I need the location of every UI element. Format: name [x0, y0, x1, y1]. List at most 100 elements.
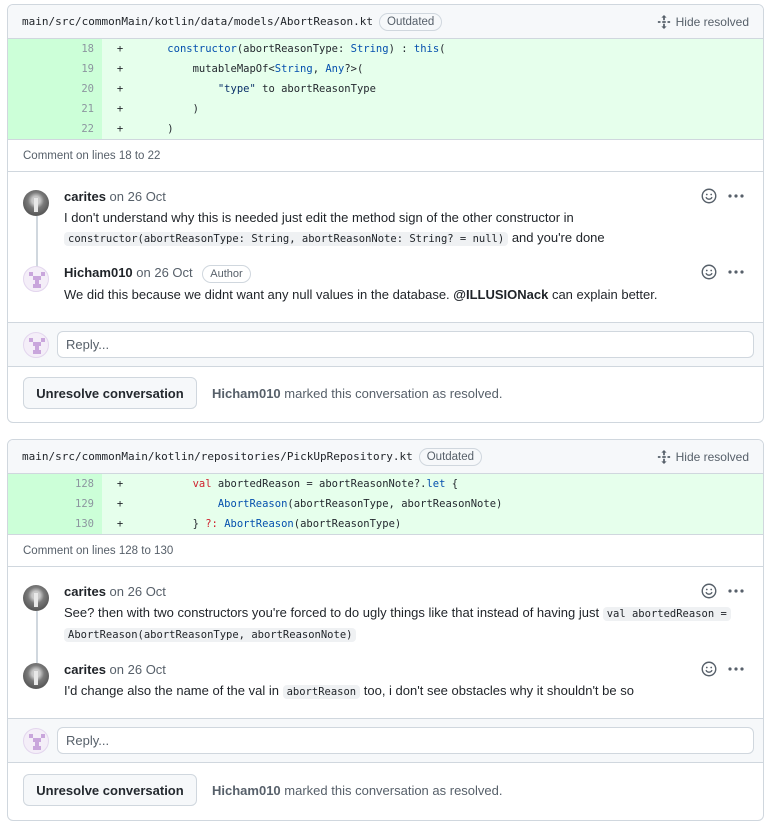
- comment-actions: [701, 264, 745, 280]
- comment-date[interactable]: on 26 Oct: [110, 662, 166, 677]
- code-text: ): [142, 103, 199, 115]
- hide-resolved-label: Hide resolved: [675, 450, 749, 464]
- diff-line: 129 + AbortReason(abortReasonType, abort…: [8, 494, 763, 514]
- diff-code: 128 + val abortedReason = abortReasonNot…: [8, 474, 763, 534]
- user-mention[interactable]: @ILLUSIONack: [453, 287, 548, 302]
- line-number: 129: [8, 494, 102, 514]
- smiley-icon[interactable]: [701, 583, 717, 599]
- author-badge: Author: [202, 265, 251, 283]
- line-number: 21: [8, 99, 102, 119]
- comment: carites on 26 Oct I don't understand why…: [8, 188, 763, 249]
- comment: carites on 26 Oct I'd change also the na…: [8, 661, 763, 702]
- comment-author[interactable]: carites: [64, 189, 106, 204]
- comment-body: See? then with two constructors you're f…: [64, 603, 747, 645]
- comment-header: carites on 26 Oct: [64, 583, 747, 601]
- diff-line: 128 + val abortedReason = abortReasonNot…: [8, 474, 763, 494]
- comment-header: Hicham010 on 26 Oct Author: [64, 264, 747, 283]
- reply-row: Reply...: [8, 718, 763, 763]
- reply-input[interactable]: Reply...: [57, 727, 754, 754]
- identicon-icon: [29, 338, 45, 354]
- resolved-status: Hicham010 marked this conversation as re…: [212, 385, 503, 401]
- avatar[interactable]: [23, 190, 49, 216]
- diff-sign: +: [116, 478, 124, 490]
- diff-line: 22 + ): [8, 119, 763, 139]
- avatar: [23, 728, 49, 754]
- outdated-badge: Outdated: [379, 12, 443, 31]
- code-text: ): [142, 123, 174, 135]
- comment-author[interactable]: Hicham010: [64, 265, 133, 280]
- file-header: main/src/commonMain/kotlin/data/models/A…: [8, 5, 763, 39]
- resolve-row: Unresolve conversation Hicham010 marked …: [8, 774, 763, 806]
- resolved-by[interactable]: Hicham010: [212, 386, 281, 401]
- comment-body: I don't understand why this is needed ju…: [64, 210, 605, 246]
- reply-row: Reply...: [8, 322, 763, 367]
- kebab-horizontal-icon[interactable]: [727, 661, 745, 677]
- comment-header: carites on 26 Oct: [64, 188, 747, 206]
- smiley-icon[interactable]: [701, 264, 717, 280]
- diff-sign: +: [116, 103, 124, 115]
- diff-sign: +: [116, 518, 124, 530]
- unfold-icon: [657, 450, 670, 464]
- inline-code: AbortReason(abortReasonType, abortReason…: [64, 628, 357, 642]
- line-number: 20: [8, 79, 102, 99]
- file-path[interactable]: main/src/commonMain/kotlin/repositories/…: [22, 450, 413, 463]
- diff-sign: +: [116, 123, 124, 135]
- comment: carites on 26 Oct See? then with two con…: [8, 583, 763, 645]
- avatar[interactable]: [23, 585, 49, 611]
- unresolve-conversation-button[interactable]: Unresolve conversation: [23, 377, 197, 409]
- comment-author[interactable]: carites: [64, 662, 106, 677]
- comment-body: I'd change also the name of the val in a…: [64, 683, 634, 699]
- code-text: mutableMapOf<String, Any?>(: [142, 63, 364, 75]
- comment-date[interactable]: on 26 Oct: [110, 189, 166, 204]
- line-number: 18: [8, 39, 102, 59]
- unfold-icon: [657, 15, 670, 29]
- comment-list: carites on 26 Oct I don't understand why…: [8, 172, 763, 320]
- kebab-horizontal-icon[interactable]: [727, 583, 745, 599]
- comment-author[interactable]: carites: [64, 584, 106, 599]
- comment: Hicham010 on 26 Oct Author We did this b…: [8, 264, 763, 305]
- unresolve-conversation-button[interactable]: Unresolve conversation: [23, 774, 197, 806]
- outdated-badge: Outdated: [418, 447, 483, 466]
- file-path[interactable]: main/src/commonMain/kotlin/data/models/A…: [22, 15, 373, 28]
- resolve-row: Unresolve conversation Hicham010 marked …: [8, 377, 763, 409]
- code-text: constructor(abortReasonType: String) : t…: [167, 43, 446, 55]
- line-number: 130: [8, 514, 102, 534]
- comment-header: carites on 26 Oct: [64, 661, 747, 679]
- inline-code: abortReason: [282, 685, 361, 699]
- kebab-horizontal-icon[interactable]: [727, 188, 745, 204]
- comment-actions: [701, 583, 745, 599]
- comment-on-lines: Comment on lines 128 to 130: [8, 534, 763, 567]
- comment-actions: [701, 661, 745, 677]
- review-thread: main/src/commonMain/kotlin/data/models/A…: [7, 4, 764, 423]
- comment-on-lines: Comment on lines 18 to 22: [8, 139, 763, 172]
- diff-line: 18 + constructor(abortReasonType: String…: [8, 39, 763, 59]
- hide-resolved-button[interactable]: Hide resolved: [657, 440, 749, 474]
- identicon-icon: [29, 272, 45, 288]
- diff-line: 19 + mutableMapOf<String, Any?>(: [8, 59, 763, 79]
- resolved-by[interactable]: Hicham010: [212, 783, 281, 798]
- diff-sign: +: [116, 43, 124, 55]
- diff-sign: +: [116, 63, 124, 75]
- kebab-horizontal-icon[interactable]: [727, 264, 745, 280]
- file-header: main/src/commonMain/kotlin/repositories/…: [8, 440, 763, 474]
- comment-date[interactable]: on 26 Oct: [110, 584, 166, 599]
- diff-line: 130 + } ?: AbortReason(abortReasonType): [8, 514, 763, 534]
- code-text: val abortedReason = abortReasonNote?.let…: [192, 478, 459, 490]
- comment-list: carites on 26 Oct See? then with two con…: [8, 567, 763, 717]
- resolved-status: Hicham010 marked this conversation as re…: [212, 782, 503, 798]
- smiley-icon[interactable]: [701, 661, 717, 677]
- hide-resolved-label: Hide resolved: [675, 15, 749, 29]
- reply-input[interactable]: Reply...: [57, 331, 754, 358]
- comment-body: We did this because we didnt want any nu…: [64, 287, 658, 302]
- comment-date[interactable]: on 26 Oct: [136, 265, 192, 280]
- inline-code: constructor(abortReasonType: String, abo…: [64, 232, 509, 246]
- avatar[interactable]: [23, 266, 49, 292]
- inline-code: val abortedReason =: [602, 607, 731, 621]
- diff-line: 20 + "type" to abortReasonType: [8, 79, 763, 99]
- avatar[interactable]: [23, 663, 49, 689]
- code-text: "type" to abortReasonType: [217, 83, 376, 95]
- code-text: } ?: AbortReason(abortReasonType): [142, 518, 402, 530]
- smiley-icon[interactable]: [701, 188, 717, 204]
- hide-resolved-button[interactable]: Hide resolved: [657, 5, 749, 39]
- identicon-icon: [29, 734, 45, 750]
